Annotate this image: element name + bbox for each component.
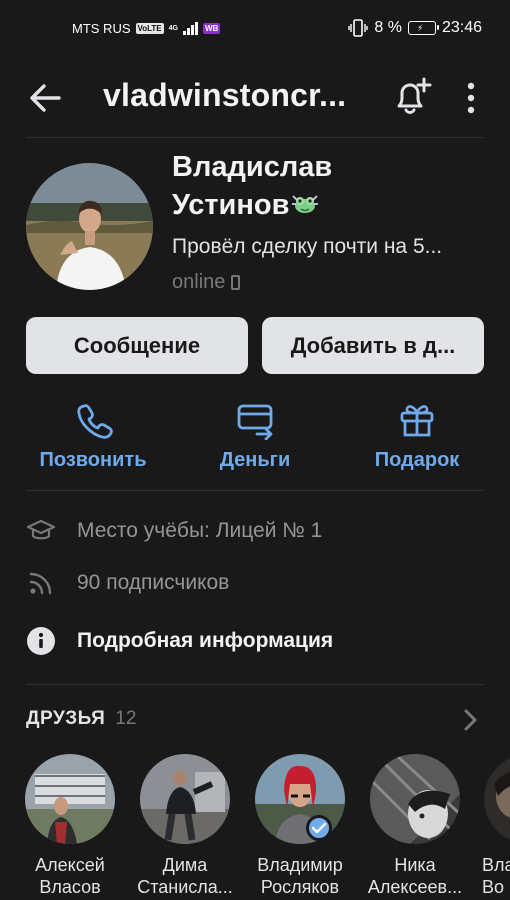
vibrate-icon bbox=[348, 19, 369, 37]
followers-text: 90 подписчиков bbox=[77, 571, 230, 594]
friend-card[interactable]: Ника Алексеев... bbox=[359, 754, 471, 898]
bell-plus-icon bbox=[397, 77, 432, 114]
friend-card[interactable]: Владимир Росляков bbox=[244, 754, 356, 898]
details-row[interactable]: Подробная информация bbox=[26, 626, 333, 656]
money-label: Деньги bbox=[219, 449, 291, 471]
info-divider bbox=[26, 684, 484, 685]
info-icon bbox=[27, 627, 55, 655]
friend-avatar bbox=[370, 754, 460, 844]
online-indicator: online bbox=[172, 271, 241, 294]
verified-badge-icon bbox=[306, 815, 332, 841]
gift-icon bbox=[400, 405, 434, 437]
graduation-cap-icon bbox=[26, 519, 56, 540]
friend-name: Вла Во bbox=[482, 855, 510, 897]
friend-card[interactable]: Вла Во bbox=[474, 754, 510, 898]
more-vertical-icon bbox=[467, 82, 475, 114]
signal-icon bbox=[183, 22, 198, 35]
page-title: vladwinstoncr... bbox=[103, 77, 347, 113]
top-bar: vladwinstoncr... bbox=[0, 62, 510, 134]
phone-icon bbox=[77, 404, 113, 439]
status-bar-right: 8 % ⚡ 23:46 bbox=[348, 19, 482, 37]
online-label: online bbox=[172, 271, 226, 293]
money-transfer-icon bbox=[237, 404, 273, 441]
profile-last-name: Устинов bbox=[172, 189, 290, 221]
header-divider bbox=[26, 137, 484, 138]
friends-header[interactable]: ДРУЗЬЯ 12 bbox=[26, 708, 136, 730]
rss-icon bbox=[29, 572, 52, 595]
more-menu-button[interactable] bbox=[458, 78, 484, 118]
call-label: Позвонить bbox=[39, 449, 147, 471]
details-text: Подробная информация bbox=[77, 629, 334, 652]
friend-card[interactable]: Дима Станисла... bbox=[129, 754, 241, 898]
call-action[interactable]: Позвонить bbox=[18, 400, 168, 472]
friends-title: ДРУЗЬЯ bbox=[26, 708, 106, 729]
followers-row[interactable]: 90 подписчиков bbox=[26, 568, 229, 598]
profile-avatar[interactable] bbox=[26, 163, 153, 290]
status-bar-left: MTS RUS VoLTE 4G WB bbox=[72, 21, 221, 36]
gift-action[interactable]: Подарок bbox=[342, 400, 492, 472]
friend-avatar bbox=[140, 754, 230, 844]
chevron-right-icon[interactable] bbox=[458, 706, 482, 734]
network-type: 4G bbox=[168, 25, 178, 32]
profile-name: Владислав Устинов bbox=[172, 148, 492, 224]
profile-status: Провёл сделку почти на 5... bbox=[172, 235, 443, 258]
mobile-icon bbox=[231, 275, 241, 290]
friend-name: Владимир Росляков bbox=[257, 855, 343, 897]
gift-label: Подарок bbox=[374, 449, 460, 471]
emoji-status-icon bbox=[292, 195, 319, 213]
add-friend-button[interactable]: Добавить в д... bbox=[262, 317, 484, 374]
wb-badge: WB bbox=[203, 23, 221, 34]
back-arrow-icon bbox=[30, 84, 61, 112]
battery-icon: ⚡ bbox=[407, 21, 439, 35]
friends-count: 12 bbox=[115, 708, 137, 729]
clock: 23:46 bbox=[441, 19, 482, 36]
subscribe-notifications-button[interactable] bbox=[390, 74, 434, 118]
back-button[interactable] bbox=[26, 78, 66, 118]
friend-name: Алексей Власов bbox=[35, 855, 105, 897]
carrier-name: MTS RUS bbox=[72, 21, 131, 36]
actions-divider bbox=[26, 490, 484, 491]
friend-avatar bbox=[484, 754, 510, 844]
battery-percent: 8 % bbox=[374, 19, 402, 36]
friend-name: Дима Станисла... bbox=[137, 855, 233, 897]
friend-avatar bbox=[25, 754, 115, 844]
friend-card[interactable]: Алексей Власов bbox=[14, 754, 126, 898]
education-row: Место учёбы: Лицей № 1 bbox=[26, 516, 322, 546]
status-bar: MTS RUS VoLTE 4G WB 8 % ⚡ 23:46 bbox=[0, 0, 510, 62]
profile-first-name: Владислав bbox=[172, 151, 333, 183]
money-action[interactable]: Деньги bbox=[180, 400, 330, 472]
volte-badge: VoLTE bbox=[135, 23, 164, 34]
education-text: Место учёбы: Лицей № 1 bbox=[77, 519, 323, 542]
friend-name: Ника Алексеев... bbox=[367, 855, 463, 897]
message-button[interactable]: Сообщение bbox=[26, 317, 248, 374]
